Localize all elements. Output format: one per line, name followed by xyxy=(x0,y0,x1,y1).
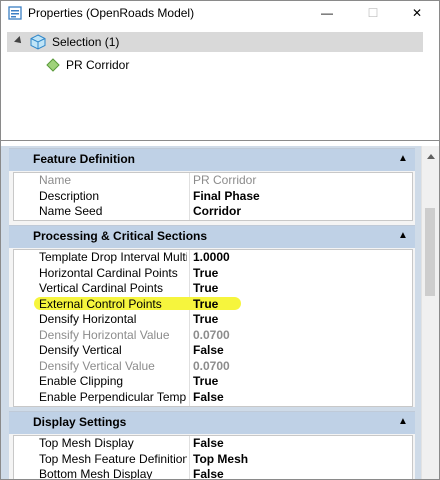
property-row[interactable]: Description Final Phase xyxy=(14,189,412,205)
properties-panel: Feature Definition ▲ Name PR Corridor De… xyxy=(1,146,439,479)
property-name: Densify Horizontal xyxy=(39,312,137,326)
property-row[interactable]: Vertical Cardinal Points True xyxy=(14,281,412,297)
property-name: Horizontal Cardinal Points xyxy=(39,265,178,280)
scroll-up-arrow-icon[interactable] xyxy=(427,154,435,159)
property-value[interactable]: False xyxy=(193,343,224,359)
chevron-up-icon[interactable]: ▲ xyxy=(397,416,409,428)
minimize-button[interactable]: — xyxy=(305,1,349,25)
maximize-button[interactable]: ☐ xyxy=(351,1,395,25)
property-value: 0.0700 xyxy=(193,358,230,373)
section-feature-definition: Feature Definition ▲ Name PR Corridor De… xyxy=(9,148,415,225)
close-button[interactable]: ✕ xyxy=(395,1,439,25)
property-name: Name Seed xyxy=(39,204,103,218)
property-row[interactable]: Densify Horizontal True xyxy=(14,312,412,328)
scroll-thumb[interactable] xyxy=(425,208,435,296)
property-value[interactable]: True xyxy=(193,266,218,282)
selection-tree: Selection (1) PR Corridor xyxy=(1,26,439,140)
property-value[interactable]: False xyxy=(193,467,224,479)
property-name: Densify Vertical xyxy=(39,343,122,357)
property-grid: Template Drop Interval Multipli 1.0000 H… xyxy=(13,249,413,407)
property-row[interactable]: Enable Clipping True xyxy=(14,374,412,390)
properties-window: Properties (OpenRoads Model) — ☐ ✕ Selec… xyxy=(0,0,440,480)
tree-selection-label: Selection (1) xyxy=(52,35,120,49)
property-name: Densify Vertical Value xyxy=(39,358,155,373)
property-value[interactable]: False xyxy=(193,390,224,406)
property-name: Name xyxy=(39,173,72,187)
property-value[interactable]: Final Phase xyxy=(193,189,260,205)
property-value: PR Corridor xyxy=(193,173,257,187)
property-row[interactable]: Name Seed Corridor xyxy=(14,204,412,220)
property-value[interactable]: 1.0000 xyxy=(193,250,230,266)
tree-item-label: PR Corridor xyxy=(66,58,130,72)
property-value[interactable]: Corridor xyxy=(193,204,241,220)
section-header[interactable]: Display Settings ▲ xyxy=(9,412,415,434)
property-row[interactable]: Densify Vertical False xyxy=(14,343,412,359)
property-row[interactable]: Horizontal Cardinal Points True xyxy=(14,266,412,282)
property-row[interactable]: Top Mesh Display False xyxy=(14,436,412,452)
section-header[interactable]: Feature Definition ▲ xyxy=(9,149,415,171)
chevron-up-icon[interactable]: ▲ xyxy=(397,153,409,165)
property-name: Enable Perpendicular Template xyxy=(39,389,187,404)
property-value[interactable]: True xyxy=(193,297,218,313)
property-value: 0.0700 xyxy=(193,327,230,342)
section-title: Processing & Critical Sections xyxy=(33,229,208,243)
property-value[interactable]: Top Mesh xyxy=(193,452,248,468)
expand-arrow-icon[interactable] xyxy=(14,36,24,46)
property-value[interactable]: True xyxy=(193,312,218,328)
properties-cube-icon xyxy=(8,6,22,20)
section-header[interactable]: Processing & Critical Sections ▲ xyxy=(9,226,415,248)
property-name: Bottom Mesh Display xyxy=(39,467,153,479)
title-bar[interactable]: Properties (OpenRoads Model) — ☐ ✕ xyxy=(1,1,439,25)
property-row-highlighted[interactable]: External Control Points True xyxy=(14,296,412,313)
property-name: Vertical Cardinal Points xyxy=(39,281,164,295)
section-title: Display Settings xyxy=(33,415,127,429)
property-name: Description xyxy=(39,188,100,203)
property-name: External Control Points xyxy=(39,296,162,311)
property-name: Enable Clipping xyxy=(39,374,124,388)
tree-node-pr-corridor[interactable]: PR Corridor xyxy=(45,55,245,75)
property-row[interactable]: Bottom Mesh Display False xyxy=(14,467,412,479)
section-processing-critical: Processing & Critical Sections ▲ Templat… xyxy=(9,225,415,407)
property-value[interactable]: False xyxy=(193,436,224,452)
property-value[interactable]: True xyxy=(193,374,218,390)
property-row[interactable]: Enable Perpendicular Template False xyxy=(14,390,412,406)
property-row[interactable]: Densify Horizontal Value 0.0700 xyxy=(14,328,412,344)
property-row[interactable]: Template Drop Interval Multipli 1.0000 xyxy=(14,250,412,266)
property-row[interactable]: Top Mesh Feature Definition Top Mesh xyxy=(14,452,412,468)
section-display-settings: Display Settings ▲ Top Mesh Display Fals… xyxy=(9,411,415,479)
property-row[interactable]: Densify Vertical Value 0.0700 xyxy=(14,359,412,375)
corridor-diamond-icon xyxy=(46,58,60,72)
property-grid: Top Mesh Display False Top Mesh Feature … xyxy=(13,435,413,479)
property-name: Top Mesh Display xyxy=(39,436,134,450)
property-name: Densify Horizontal Value xyxy=(39,327,170,342)
property-name: Template Drop Interval Multipli xyxy=(39,250,187,264)
chevron-up-icon[interactable]: ▲ xyxy=(397,230,409,242)
cube-icon xyxy=(30,34,46,50)
property-name: Top Mesh Feature Definition xyxy=(39,451,187,466)
property-row[interactable]: Name PR Corridor xyxy=(14,173,412,189)
section-title: Feature Definition xyxy=(33,152,136,166)
property-grid: Name PR Corridor Description Final Phase… xyxy=(13,172,413,221)
tree-node-selection[interactable]: Selection (1) xyxy=(7,32,423,52)
property-value[interactable]: True xyxy=(193,281,218,297)
window-title: Properties (OpenRoads Model) xyxy=(28,6,195,20)
vertical-scrollbar[interactable] xyxy=(421,146,439,479)
